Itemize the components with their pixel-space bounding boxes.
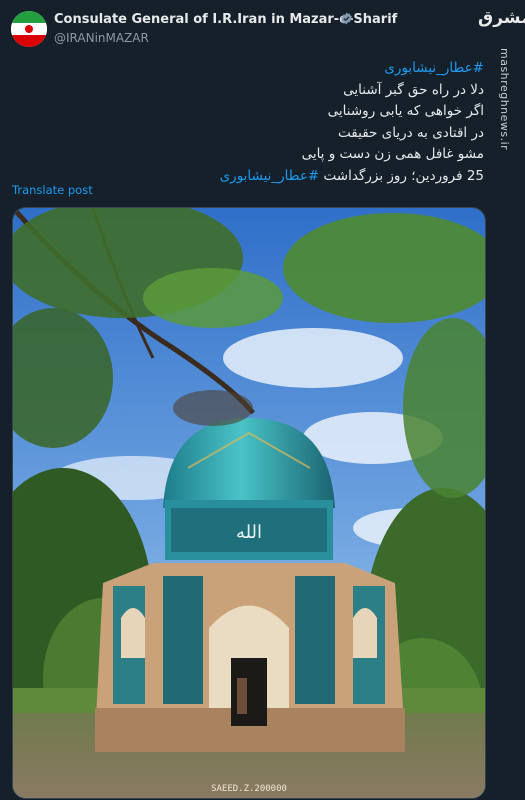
flag-green-stripe — [11, 11, 47, 23]
watermark-url: mashreghnews.ir — [498, 48, 511, 151]
tweet-line: اگر خواهی که یابی روشنایی — [327, 103, 484, 119]
avatar[interactable] — [11, 11, 47, 47]
attar-tomb-photo: الله SAEED.Z.200000 — [13, 208, 485, 798]
tweet-body: #عطار_نیشابوری دلا در راه حق گبر آشنایی … — [44, 58, 484, 187]
tweet-line-text: 25 فروردین؛ روز بزرگداشت — [319, 167, 484, 184]
verified-badge-icon — [341, 12, 352, 25]
svg-text:الله: الله — [236, 522, 262, 543]
hashtag-link[interactable]: #عطار_نیشابوری — [220, 168, 320, 184]
account-handle[interactable]: @IRANinMAZAR — [54, 31, 149, 45]
tweet-line: #عطار_نیشابوری — [44, 58, 484, 80]
flag-red-stripe — [11, 35, 47, 47]
tweet-line: 25 فروردین؛ روز بزرگداشت #عطار_نیشابوری — [44, 166, 484, 188]
tweet-line: در اقتادی به دریای حقیقت — [338, 124, 484, 141]
photo-credit: SAEED.Z.200000 — [211, 784, 287, 794]
tweet-line: مشو غافل همی زن دست و پایی — [301, 146, 484, 162]
flag-emblem-icon — [25, 25, 33, 33]
watermark-logo: مشرق — [478, 8, 525, 28]
translate-post-link[interactable]: Translate post — [12, 183, 93, 197]
tweet-line: دلا در راه حق گبر آشنایی — [343, 81, 484, 98]
hashtag-link[interactable]: #عطار_نیشابوری — [384, 60, 484, 76]
tweet-photo[interactable]: الله SAEED.Z.200000 — [12, 207, 486, 799]
